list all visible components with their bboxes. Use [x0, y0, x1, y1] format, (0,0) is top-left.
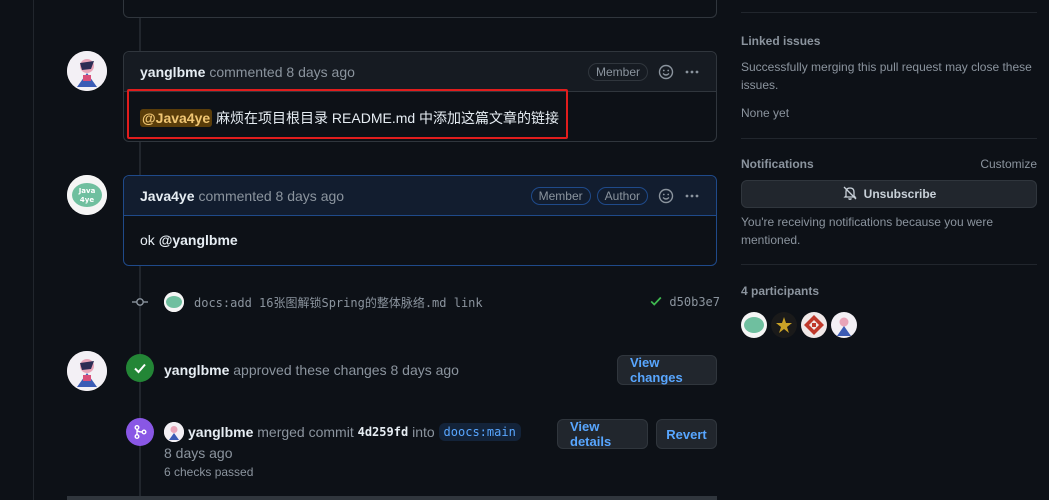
commit-row: docs:add 16张图解锁Spring的整体脉络.md link d50b3… [130, 290, 720, 314]
participant-avatar[interactable] [771, 312, 797, 338]
member-badge: Member [530, 186, 591, 205]
unsubscribe-button[interactable]: Unsubscribe [741, 180, 1037, 208]
comment-timestamp[interactable]: commented 8 days ago [209, 64, 355, 80]
participant-avatar[interactable] [801, 312, 827, 338]
kebab-menu-icon[interactable] [684, 188, 700, 204]
left-gutter [0, 0, 34, 500]
comment-header: Java4ye commented 8 days ago Member Auth… [124, 176, 716, 216]
participant-avatar[interactable] [831, 312, 857, 338]
commit-sha[interactable]: d50b3e7 [669, 295, 720, 309]
linked-issues-section: Linked issues Successfully merging this … [741, 34, 1037, 122]
comment-author[interactable]: Java4ye [140, 188, 195, 204]
smiley-icon[interactable] [658, 64, 674, 80]
commit-dot-icon [130, 294, 150, 310]
participants-title: 4 participants [741, 284, 820, 298]
avatar-java4ye[interactable]: Java 4ye [67, 175, 107, 215]
view-changes-button[interactable]: View changes [617, 355, 717, 385]
linked-issues-value: None yet [741, 106, 790, 120]
comment-text: ok [140, 232, 159, 248]
participant-avatar[interactable] [741, 312, 767, 338]
approved-check-icon [126, 354, 154, 382]
user-mention[interactable]: @Java4ye [140, 109, 213, 127]
merge-time[interactable]: 8 days ago [164, 445, 233, 461]
bottom-scroll-bar [67, 496, 717, 500]
event-description: merged commit [253, 424, 358, 440]
smiley-icon[interactable] [658, 188, 674, 204]
view-details-button[interactable]: View details [557, 419, 648, 449]
merge-icon [126, 418, 154, 446]
linked-issues-title[interactable]: Linked issues [741, 34, 1037, 48]
sidebar-divider [741, 138, 1037, 139]
member-badge: Member [587, 62, 648, 81]
commit-author-avatar[interactable] [164, 292, 184, 312]
notifications-description: You're receiving notifications because y… [741, 215, 993, 247]
comment-java4ye: Java4ye commented 8 days ago Member Auth… [123, 175, 717, 266]
checks-status[interactable]: 6 checks passed [164, 465, 253, 479]
svg-text:Java: Java [78, 187, 96, 195]
comment-header: yanglbme commented 8 days ago Member [124, 52, 716, 92]
notifications-section: Notifications Customize Unsubscribe You'… [741, 157, 1037, 257]
previous-comment-box [123, 0, 717, 18]
svg-text:4ye: 4ye [80, 196, 94, 204]
user-mention[interactable]: @yanglbme [159, 232, 238, 248]
comment-yanglbme: yanglbme commented 8 days ago Member @Ja… [123, 51, 717, 142]
sidebar-divider [741, 12, 1037, 13]
merger-avatar[interactable] [164, 422, 184, 442]
sidebar-divider [741, 264, 1037, 265]
event-actor[interactable]: yanglbme [188, 424, 253, 440]
revert-button[interactable]: Revert [656, 419, 717, 449]
event-into: into [408, 424, 439, 440]
customize-link[interactable]: Customize [980, 157, 1037, 171]
comment-author[interactable]: yanglbme [140, 64, 205, 80]
branch-tag[interactable]: doocs:main [438, 423, 521, 441]
avatar-yanglbme[interactable] [67, 51, 107, 91]
comment-body: @Java4ye 麻烦在项目根目录 README.md 中添加这篇文章的链接 [124, 92, 716, 144]
unsubscribe-label: Unsubscribe [863, 187, 937, 201]
participants-section: 4 participants [741, 284, 1037, 338]
bell-slash-icon [842, 185, 858, 204]
merge-event: yanglbme merged commit 4d259fd into dooc… [188, 423, 521, 441]
comment-text: 麻烦在项目根目录 README.md 中添加这篇文章的链接 [212, 110, 560, 126]
linked-issues-description: Successfully merging this pull request m… [741, 60, 1032, 92]
event-actor[interactable]: yanglbme [164, 362, 229, 378]
commit-sha-group: d50b3e7 [649, 294, 720, 311]
commit-message[interactable]: docs:add 16张图解锁Spring的整体脉络.md link [194, 294, 483, 311]
avatar-yanglbme[interactable] [67, 351, 107, 391]
approval-event: yanglbme approved these changes 8 days a… [164, 362, 459, 378]
author-badge: Author [596, 186, 648, 205]
check-icon[interactable] [649, 294, 663, 311]
comment-body: ok @yanglbme [124, 216, 716, 264]
kebab-menu-icon[interactable] [684, 64, 700, 80]
participants-list [741, 312, 1037, 338]
merge-commit-sha[interactable]: 4d259fd [358, 425, 409, 439]
event-description: approved these changes 8 days ago [229, 362, 459, 378]
comment-timestamp[interactable]: commented 8 days ago [199, 188, 345, 204]
